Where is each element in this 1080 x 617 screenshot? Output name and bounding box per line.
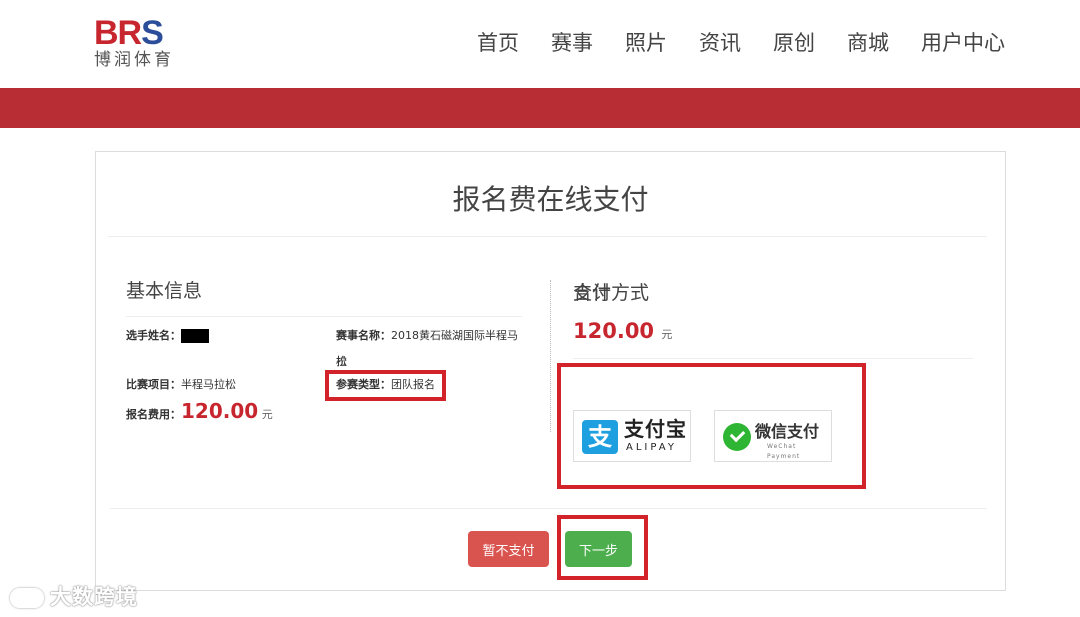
logo-wordmark: BRS: [94, 14, 164, 52]
nav-store[interactable]: 商城: [847, 28, 889, 58]
event-name-label: 赛事名称：: [336, 329, 391, 342]
watermark: 大数跨境: [10, 583, 138, 611]
total-amount: 120.00 元: [573, 316, 672, 350]
entry-type-value: 团队报名: [391, 378, 435, 391]
fee-amount: 120.00: [181, 399, 259, 423]
nav-original[interactable]: 原创: [773, 28, 815, 58]
player-name-label: 选手姓名：: [126, 329, 181, 342]
entry-type-field: 参赛类型：团队报名: [336, 372, 435, 398]
race-item-field: 比赛项目：半程马拉松: [126, 372, 236, 398]
fee-unit: 元: [261, 408, 273, 421]
total-unit: 元: [661, 328, 673, 341]
basic-info-divider: [126, 316, 522, 317]
alipay-subtitle: ALIPAY: [626, 442, 677, 453]
alipay-option[interactable]: 支 支付宝 ALIPAY: [573, 410, 691, 462]
total-value: 120.00: [573, 319, 655, 343]
nav-news[interactable]: 资讯: [699, 28, 741, 58]
logo-subtitle: 博润体育: [94, 50, 174, 70]
nav-user-center[interactable]: 用户中心: [921, 28, 1005, 58]
title-divider: [108, 236, 987, 237]
main-nav: 首页 赛事 照片 资讯 原创 商城 用户中心: [445, 28, 1005, 58]
alipay-icon: 支: [582, 420, 618, 454]
fee-label: 报名费用：: [126, 408, 181, 421]
event-name-field: 赛事名称：2018黄石磁湖国际半程马拉: [336, 323, 524, 375]
brs-logo[interactable]: BRS 博润体育: [94, 14, 194, 72]
banner-bar: [0, 88, 1080, 128]
entry-type-label: 参赛类型：: [336, 378, 391, 391]
site-header: BRS 博润体育 首页 赛事 照片 资讯 原创 商城 用户中心: [0, 0, 1080, 88]
summary-divider: [573, 358, 973, 359]
redacted-name: [181, 329, 209, 343]
column-divider: [550, 280, 551, 432]
wechat-pay-subtitle: WeChat Payment: [767, 443, 801, 460]
page-title: 报名费在线支付: [452, 183, 649, 216]
player-name-field: 选手姓名：: [126, 323, 209, 349]
race-item-label: 比赛项目：: [126, 378, 181, 391]
alipay-name: 支付宝: [624, 417, 687, 441]
wechat-pay-icon: [723, 423, 751, 451]
watermark-text: 大数跨境: [50, 585, 138, 609]
nav-photos[interactable]: 照片: [625, 28, 667, 58]
summary-section: 合计 120.00 元 支付方式 支 支付宝 ALIPAY 微信支付 WeCha…: [573, 278, 973, 508]
next-step-button[interactable]: 下一步: [565, 531, 632, 567]
nav-events[interactable]: 赛事: [551, 28, 593, 58]
actions-divider: [110, 508, 987, 509]
race-item-value: 半程马拉松: [181, 378, 236, 391]
fee-field: 报名费用：120.00 元: [126, 398, 273, 428]
payment-card: 报名费在线支付 基本信息 选手姓名： 赛事名称：2018黄石磁湖国际半程马拉 松…: [95, 151, 1006, 591]
watermark-logo-icon: [10, 588, 44, 608]
basic-info-section: 基本信息 选手姓名： 赛事名称：2018黄石磁湖国际半程马拉 松 比赛项目：半程…: [126, 278, 524, 478]
nav-home[interactable]: 首页: [477, 28, 519, 58]
pay-later-button[interactable]: 暂不支付: [468, 531, 549, 567]
wechat-pay-option[interactable]: 微信支付 WeChat Payment: [714, 410, 832, 462]
wechat-pay-name: 微信支付: [755, 422, 820, 441]
basic-info-title: 基本信息: [126, 280, 203, 302]
payment-method-title: 支付方式: [573, 282, 650, 304]
